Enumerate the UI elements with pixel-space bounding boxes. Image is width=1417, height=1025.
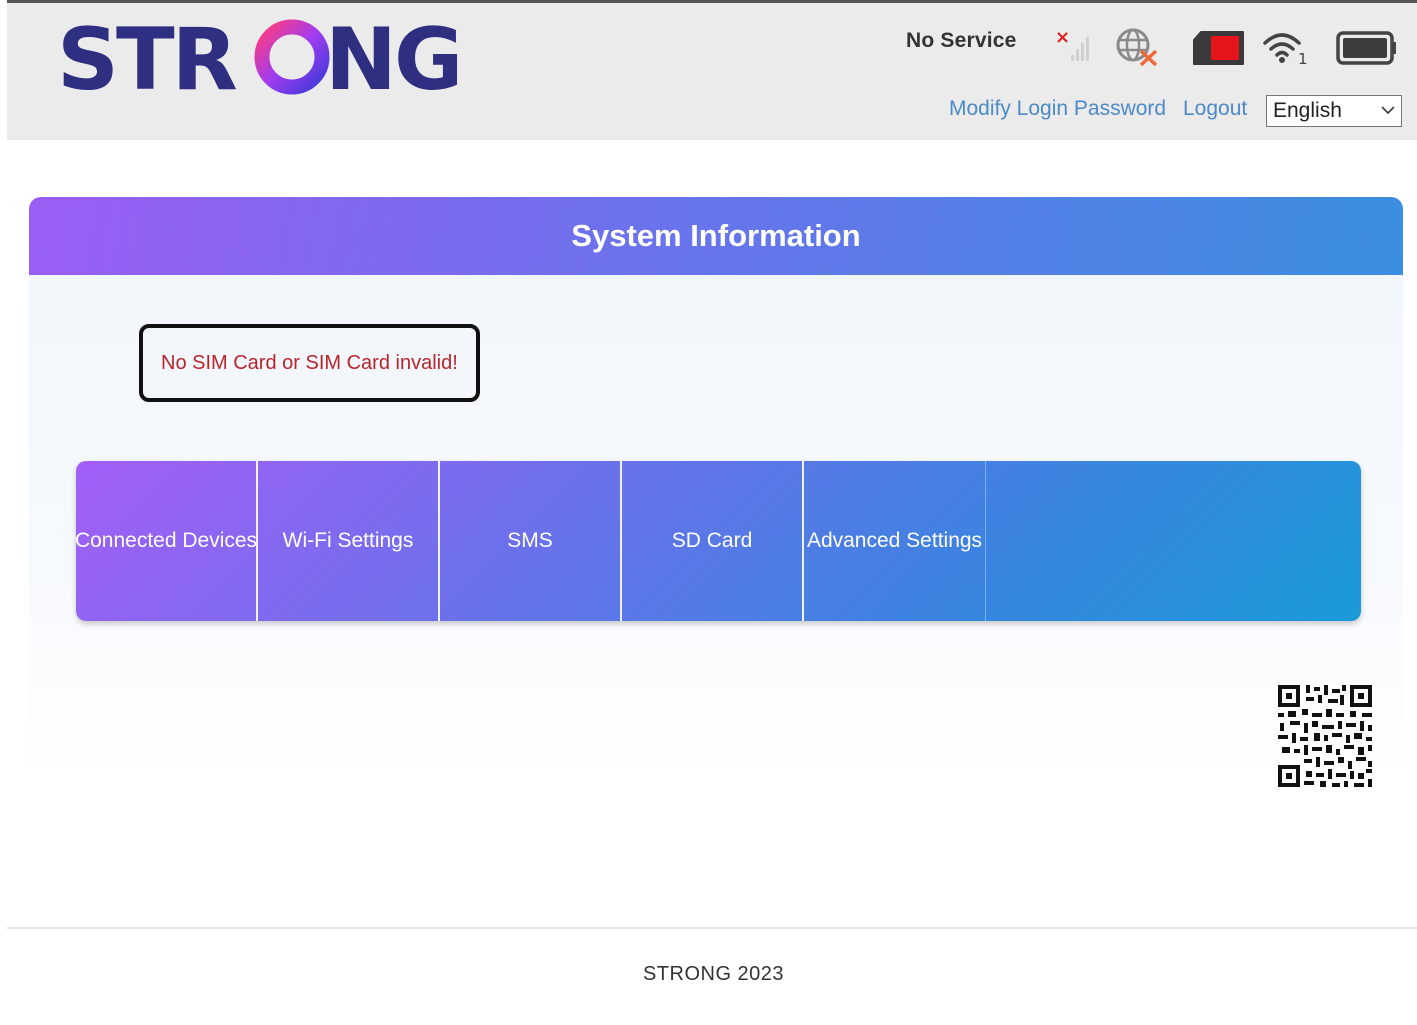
sim-card-icon [1191, 29, 1247, 67]
footer-copyright: STRONG 2023 [642, 963, 785, 985]
system-information-panel: System Information No SIM Card or SIM Ca… [29, 197, 1403, 787]
nav-advanced-settings[interactable]: Advanced Settings [804, 461, 986, 621]
network-status-text: No Service [906, 29, 1017, 52]
logout-link[interactable]: Logout [1183, 97, 1247, 121]
page-title: System Information [29, 197, 1403, 275]
chevron-down-icon [1381, 106, 1395, 115]
footer-divider [7, 927, 1417, 929]
signal-no-service-icon: × [1053, 27, 1093, 65]
nav-sms[interactable]: SMS [440, 461, 622, 621]
svg-text:STR: STR [57, 15, 237, 97]
battery-icon [1335, 29, 1399, 67]
wifi-icon: 1 [1262, 29, 1312, 68]
wifi-client-count: 1 [1298, 50, 1308, 67]
nav-empty-area [986, 461, 1361, 621]
nav-sd-card[interactable]: SD Card [622, 461, 804, 621]
sim-error-message: No SIM Card or SIM Card invalid! [139, 324, 480, 402]
qr-code [1276, 683, 1374, 789]
svg-text:×: × [1055, 27, 1070, 48]
main-navigation: Connected Devices Wi-Fi Settings SMS SD … [76, 461, 1361, 621]
nav-connected-devices[interactable]: Connected Devices [76, 461, 258, 621]
nav-wifi-settings[interactable]: Wi-Fi Settings [258, 461, 440, 621]
globe-disconnected-icon [1114, 27, 1160, 67]
modify-login-password-link[interactable]: Modify Login Password [949, 97, 1166, 121]
language-selected-value: English [1273, 99, 1342, 122]
top-header: STR NG No Service × 1 Modify Login Passw… [7, 0, 1417, 140]
language-select[interactable]: English [1266, 95, 1402, 127]
strong-logo: STR NG [57, 10, 465, 110]
svg-text:NG: NG [325, 15, 457, 97]
